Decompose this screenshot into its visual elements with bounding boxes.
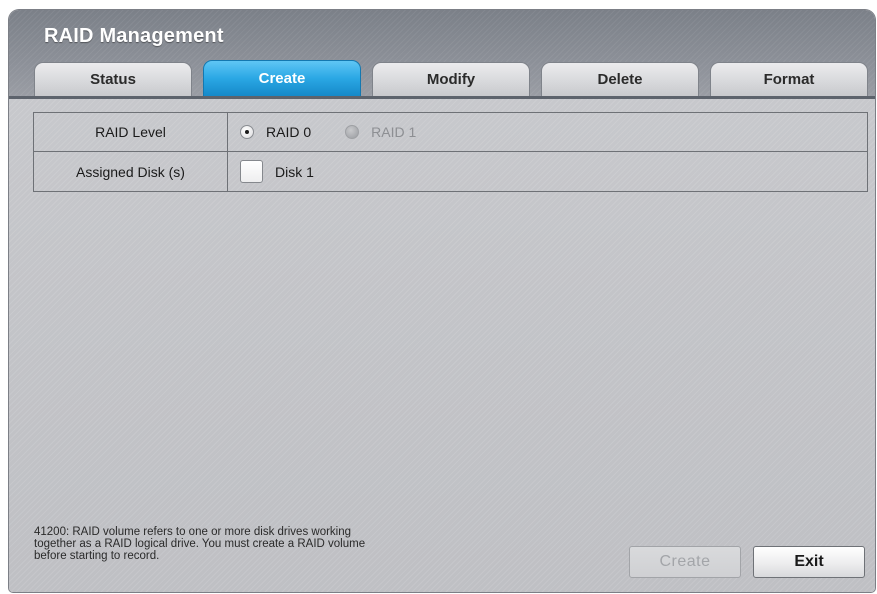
exit-button[interactable]: Exit	[753, 546, 865, 578]
disk1-checkbox[interactable]	[240, 160, 263, 183]
help-note: 41200: RAID volume refers to one or more…	[34, 526, 454, 562]
tab-delete[interactable]: Delete	[541, 62, 699, 96]
raid-management-window: RAID Management Status Create Modify Del…	[9, 10, 875, 592]
create-button[interactable]: Create	[629, 546, 741, 578]
radio-disabled-icon	[345, 125, 360, 139]
assigned-disks-label: Assigned Disk (s)	[34, 152, 228, 191]
raid-level-row: RAID Level RAID 0 RAID 1	[34, 113, 867, 152]
create-form-table: RAID Level RAID 0 RAID 1 Assigned Disk (…	[33, 112, 868, 192]
raid1-radio: RAID 1	[345, 124, 416, 140]
radio-checked-icon	[240, 125, 254, 139]
title-bar: RAID Management Status Create Modify Del…	[9, 10, 875, 99]
tab-bar: Status Create Modify Delete Format	[34, 60, 869, 98]
window-title: RAID Management	[44, 25, 224, 47]
raid0-radio[interactable]: RAID 0	[240, 124, 311, 140]
raid-level-label: RAID Level	[34, 113, 228, 151]
tab-status[interactable]: Status	[34, 62, 192, 96]
tab-format[interactable]: Format	[710, 62, 868, 96]
help-note-line-1: 41200: RAID volume refers to one or more…	[34, 526, 352, 538]
disk1-checkbox-label: Disk 1	[275, 163, 314, 180]
help-note-line-3: before starting to record.	[34, 550, 160, 562]
raid-level-options: RAID 0 RAID 1	[228, 113, 867, 151]
raid1-radio-label: RAID 1	[371, 124, 417, 140]
tab-create[interactable]: Create	[203, 60, 361, 96]
assigned-disks-row: Assigned Disk (s) Disk 1	[34, 152, 867, 191]
tab-modify[interactable]: Modify	[372, 62, 530, 96]
assigned-disks-options: Disk 1	[228, 152, 867, 191]
help-note-line-2: together as a RAID logical drive. You mu…	[34, 538, 366, 550]
raid0-radio-label: RAID 0	[266, 124, 312, 140]
